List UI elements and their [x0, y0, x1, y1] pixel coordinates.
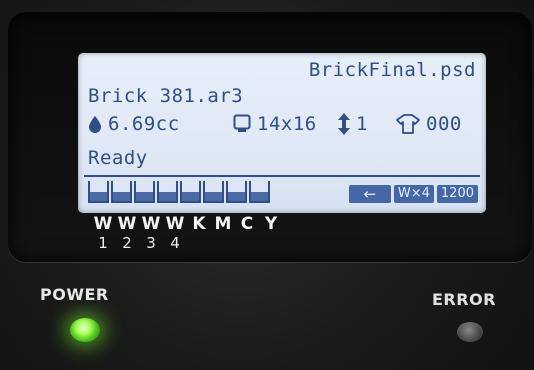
error-label: ERROR — [432, 290, 496, 309]
counter-stat: 000 — [396, 113, 462, 135]
passes-stat: 1 — [338, 113, 368, 135]
ink-level-bars — [88, 181, 270, 203]
counter-value: 000 — [426, 113, 462, 135]
channel-letter: W — [93, 214, 113, 234]
lcd-controls: ← W×4 1200 — [348, 185, 478, 203]
resolution-button[interactable]: 1200 — [436, 185, 478, 203]
job-stats: 6.69cc 14x16 1 000 — [88, 113, 496, 141]
channel-number: 2 — [122, 234, 132, 252]
up-down-arrow-icon — [338, 113, 350, 135]
channel-number: 4 — [170, 234, 180, 252]
channel-letter: W — [165, 214, 185, 234]
ink-volume-stat: 6.69cc — [88, 113, 180, 135]
channel-number: 3 — [146, 234, 156, 252]
ink-level-bar — [157, 181, 178, 203]
platen-size-stat: 14x16 — [233, 113, 317, 135]
error-led-icon — [457, 322, 483, 342]
ink-level-bar — [88, 181, 109, 203]
channel-letters: W W W W K M C Y — [92, 214, 282, 234]
platen-icon — [233, 114, 251, 132]
t-shirt-icon — [396, 114, 420, 134]
ink-drop-icon — [89, 116, 101, 133]
lcd-screen: BrickFinal.psd Brick 381.ar3 6.69cc 14x1… — [78, 53, 486, 213]
ink-level-bar — [203, 181, 224, 203]
channel-letter: C — [240, 214, 254, 234]
channel-letter: W — [141, 214, 161, 234]
ink-level-bar — [226, 181, 247, 203]
lcd-divider — [84, 175, 480, 177]
channel-letter: Y — [264, 214, 278, 234]
back-button[interactable]: ← — [348, 185, 391, 203]
passes-value: 1 — [356, 113, 368, 135]
channel-letter: K — [192, 214, 206, 234]
job-name: Brick 381.ar3 — [88, 85, 244, 107]
ink-level-bar — [249, 181, 270, 203]
channel-numbers: 1 2 3 4 — [92, 234, 186, 252]
ink-level-bar — [134, 181, 155, 203]
power-led-icon — [70, 318, 100, 342]
channel-number: 1 — [98, 234, 108, 252]
channel-letter: W — [117, 214, 137, 234]
platen-size-value: 14x16 — [257, 113, 317, 135]
power-label: POWER — [40, 285, 109, 304]
status-text: Ready — [88, 147, 148, 169]
ink-volume-value: 6.69cc — [108, 113, 180, 135]
printer-control-panel: BrickFinal.psd Brick 381.ar3 6.69cc 14x1… — [0, 0, 534, 370]
ink-level-bar — [111, 181, 132, 203]
file-name: BrickFinal.psd — [308, 59, 476, 81]
ink-level-bar — [180, 181, 201, 203]
white-mode-button[interactable]: W×4 — [393, 185, 434, 203]
channel-letter: M — [214, 214, 232, 234]
